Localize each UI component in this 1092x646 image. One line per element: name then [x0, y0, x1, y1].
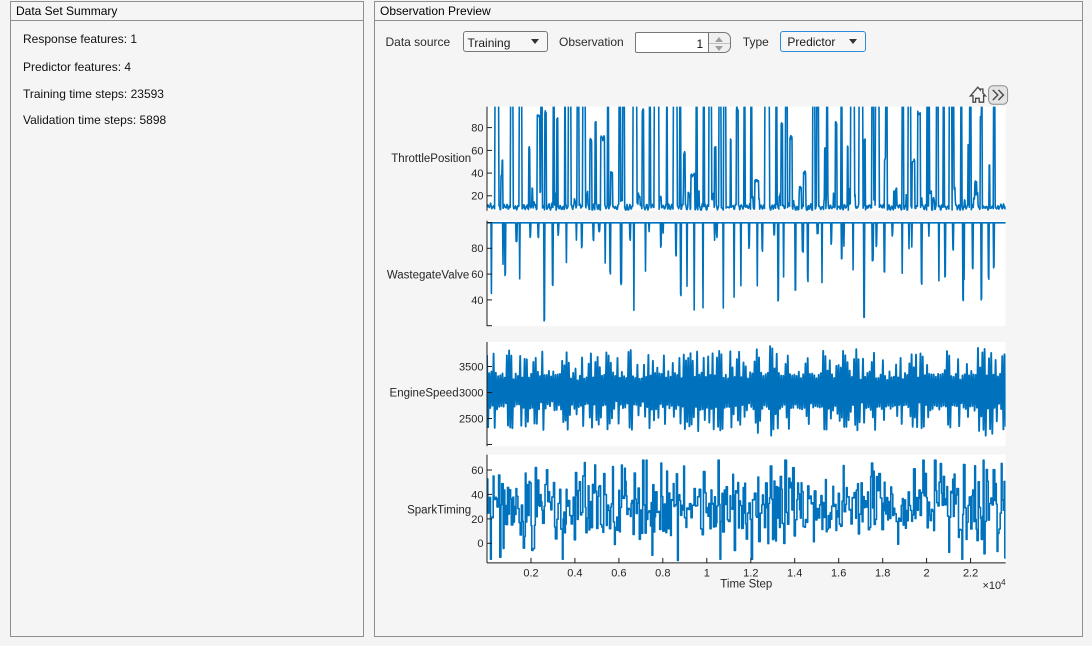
svg-text:2500: 2500 [459, 413, 483, 425]
svg-text:0.6: 0.6 [611, 567, 626, 579]
svg-text:0.2: 0.2 [523, 567, 538, 579]
svg-text:0.8: 0.8 [655, 567, 670, 579]
svg-text:60: 60 [471, 465, 483, 477]
svg-text:20: 20 [471, 191, 483, 203]
svg-text:SparkTiming: SparkTiming [407, 505, 471, 517]
svg-text:1: 1 [704, 567, 710, 579]
svg-text:60: 60 [471, 269, 483, 281]
svg-text:×104: ×104 [982, 578, 1006, 592]
svg-text:ThrottlePosition: ThrottlePosition [391, 153, 471, 165]
svg-text:WastegateValve: WastegateValve [387, 269, 469, 281]
svg-text:Time Step: Time Step [720, 579, 772, 591]
svg-text:40: 40 [471, 489, 483, 501]
svg-text:1.6: 1.6 [831, 567, 846, 579]
svg-text:3500: 3500 [459, 361, 483, 373]
svg-text:80: 80 [471, 123, 483, 135]
svg-text:0.4: 0.4 [567, 567, 582, 579]
svg-text:2.2: 2.2 [963, 567, 978, 579]
svg-text:40: 40 [471, 168, 483, 180]
svg-text:20: 20 [471, 514, 483, 526]
svg-text:EngineSpeed: EngineSpeed [390, 388, 459, 400]
svg-text:1.8: 1.8 [875, 567, 890, 579]
svg-text:80: 80 [471, 243, 483, 255]
svg-text:1.2: 1.2 [743, 567, 758, 579]
svg-text:0: 0 [477, 538, 483, 550]
svg-text:60: 60 [471, 145, 483, 157]
svg-text:3000: 3000 [459, 387, 483, 399]
svg-text:40: 40 [471, 295, 483, 307]
svg-text:2: 2 [924, 567, 930, 579]
svg-text:1.4: 1.4 [787, 567, 802, 579]
